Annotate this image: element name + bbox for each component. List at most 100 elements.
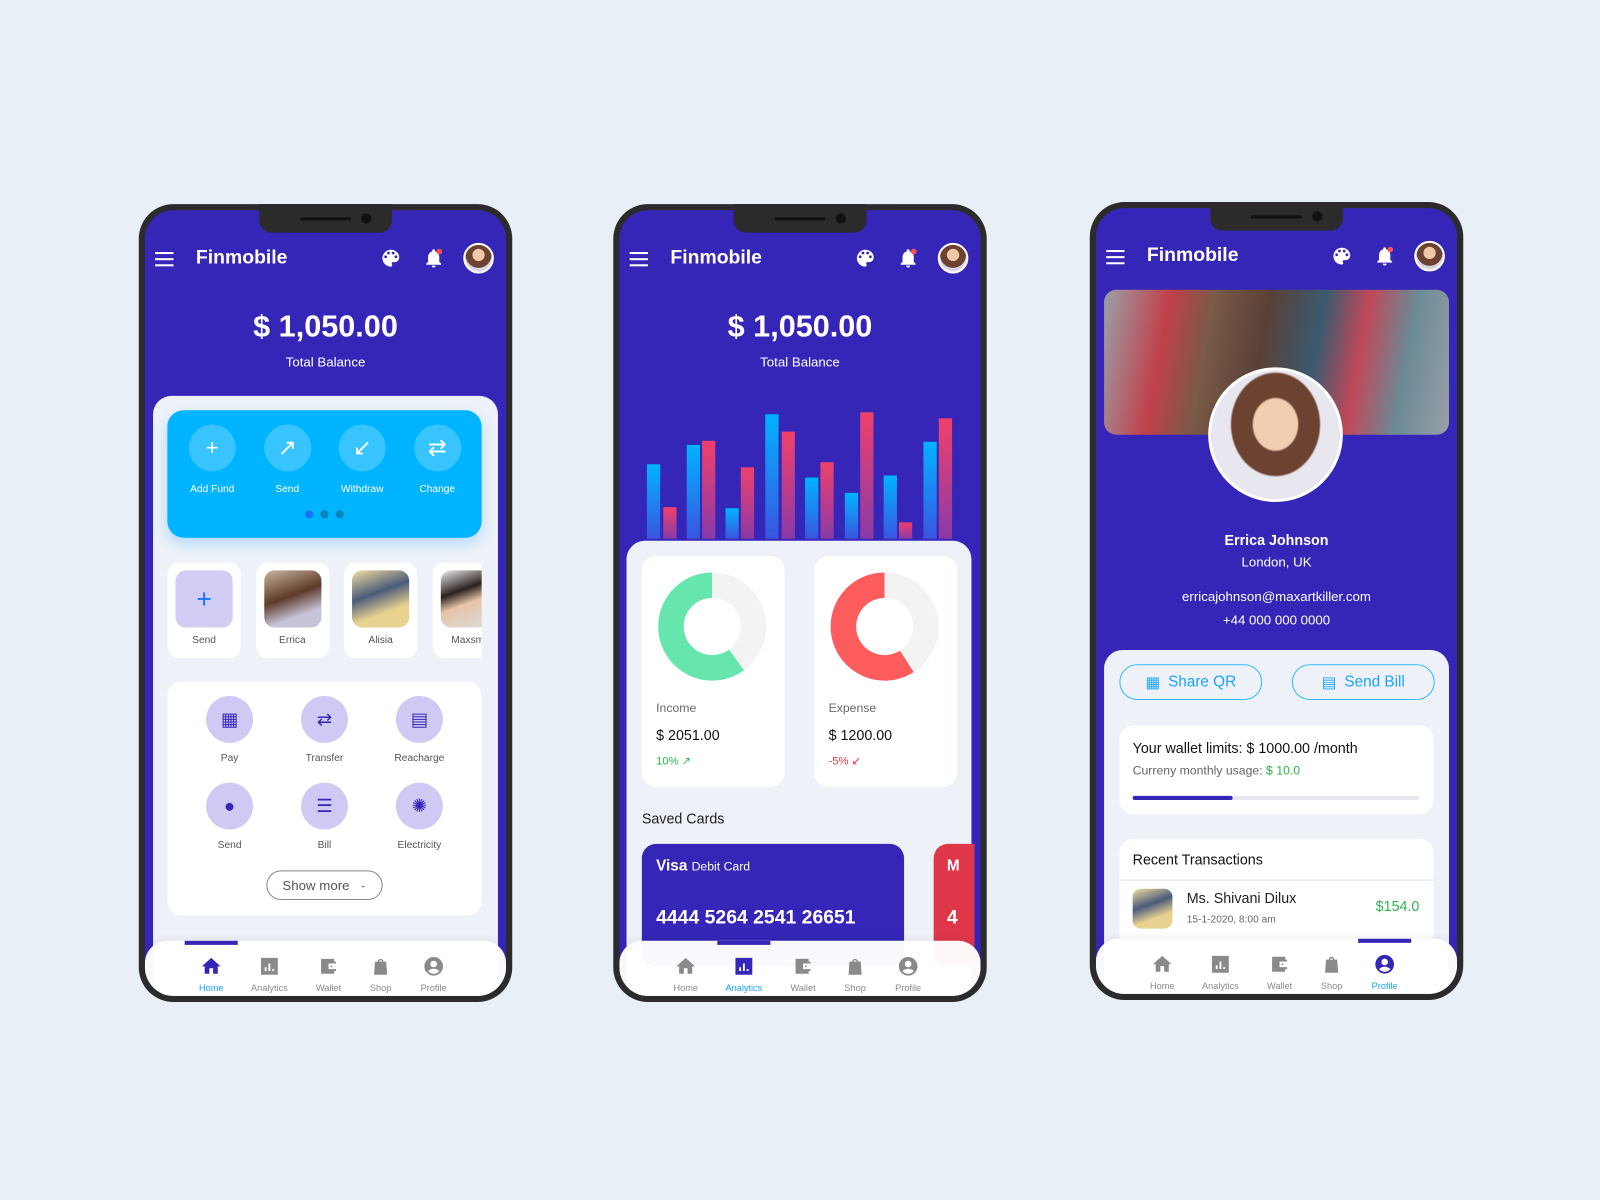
user-icon: ●: [206, 782, 254, 830]
share-qr-button[interactable]: ▦ Share QR: [1119, 664, 1263, 700]
card-type: Debit Card: [691, 859, 751, 874]
profile-phone: +44 000 000 0000: [1222, 612, 1331, 628]
contact-send[interactable]: + Send: [167, 562, 241, 659]
service-pay[interactable]: ▦ Pay: [184, 695, 276, 764]
bell-icon[interactable]: [1373, 245, 1395, 267]
bar-pink: [820, 462, 834, 539]
total-balance-label: Total Balance: [285, 354, 366, 370]
income-label: Income: [656, 701, 697, 716]
contact-alisia[interactable]: Alisia: [343, 562, 418, 659]
nav-profile[interactable]: Profile: [407, 941, 460, 996]
nav-label: Home: [1149, 980, 1175, 991]
quick-actions-card: + Add Fund ↗ Send ↙ Withdraw ⇄ Change: [167, 410, 482, 538]
carousel-dot[interactable]: [320, 510, 329, 519]
wallet-limits-card: Your wallet limits: $ 1000.00 /month Curr…: [1119, 725, 1434, 815]
service-bill[interactable]: ☰ Bill: [279, 782, 371, 851]
profile-name: Errica Johnson: [1224, 531, 1329, 548]
contact-errica[interactable]: Errica: [255, 562, 330, 659]
shop-icon: [848, 958, 862, 975]
nav-wallet[interactable]: Wallet: [1253, 939, 1306, 994]
receipt-icon: ▤: [1321, 673, 1337, 692]
notch: [733, 204, 867, 233]
nav-label: Wallet: [1266, 980, 1293, 991]
bar-pink: [781, 431, 795, 539]
service-reacharge[interactable]: ▤ Reacharge: [373, 695, 465, 764]
camera-icon: [1312, 211, 1323, 222]
analytics-icon: [260, 957, 278, 975]
nav-label: Home: [198, 982, 224, 993]
nav-label: Profile: [420, 982, 447, 993]
profile-icon: [424, 956, 444, 976]
menu-icon[interactable]: [1106, 247, 1128, 267]
profile-icon: [1375, 954, 1395, 974]
carousel-dot[interactable]: [335, 510, 344, 519]
expense-card[interactable]: Expense $ 1200.00 -5% ↙: [814, 556, 958, 787]
nav-home[interactable]: Home: [184, 940, 238, 996]
expense-label: Expense: [828, 701, 877, 716]
nav-analytics[interactable]: Analytics: [243, 941, 296, 996]
bar-blue: [805, 477, 819, 539]
nav-home[interactable]: Home: [1136, 939, 1189, 994]
bar-blue: [923, 441, 937, 539]
nav-shop[interactable]: Shop: [829, 941, 882, 996]
service-send[interactable]: ● Send: [184, 782, 276, 851]
nav-shop[interactable]: Shop: [1305, 939, 1358, 994]
contact-photo: [440, 570, 482, 628]
nav-label: Wallet: [790, 982, 816, 993]
user-avatar[interactable]: [1414, 240, 1445, 272]
expense-donut: [830, 572, 939, 681]
quick-action-withdraw[interactable]: ↙ Withdraw: [324, 424, 400, 495]
income-amount: $ 2051.00: [656, 726, 720, 743]
quick-action-add-fund[interactable]: + Add Fund: [174, 424, 250, 495]
wallet-limit: Your wallet limits: $ 1000.00 /month: [1132, 739, 1358, 757]
nav-wallet[interactable]: Wallet: [302, 941, 355, 996]
nav-wallet[interactable]: Wallet: [777, 941, 830, 996]
user-avatar[interactable]: [463, 242, 494, 274]
arrow-up-right-icon: ↗: [263, 424, 311, 472]
total-balance-amount: $ 1,050.00: [253, 310, 398, 344]
transaction-row[interactable]: Ms. Shivani Dilux 15-1-2020, 8:00 am $154.…: [1119, 881, 1433, 938]
nav-home[interactable]: Home: [659, 941, 712, 996]
income-change: 10% ↗: [656, 755, 692, 768]
nav-shop[interactable]: Shop: [354, 941, 407, 996]
nav-profile[interactable]: Profile: [1358, 938, 1412, 994]
transaction-name: Ms. Shivani Dilux: [1186, 889, 1297, 907]
menu-icon[interactable]: [155, 249, 177, 269]
nav-analytics[interactable]: Analytics: [717, 940, 771, 996]
palette-icon[interactable]: [380, 247, 402, 269]
income-card[interactable]: Income $ 2051.00 10% ↗: [641, 556, 785, 787]
nav-label: Wallet: [315, 982, 342, 993]
nav-analytics[interactable]: Analytics: [1194, 939, 1247, 994]
usage-value: $ 10.0: [1266, 763, 1301, 778]
bar-pink: [860, 412, 874, 539]
nav-label: Analytics: [1202, 980, 1239, 991]
phone-home: Finmobile $ 1,050.00 Total Balance + Add F…: [138, 204, 513, 1003]
home-icon: [676, 957, 696, 974]
profile-location: London, UK: [1241, 554, 1312, 570]
service-electricity[interactable]: ✺ Electricity: [373, 782, 465, 851]
saved-cards-title: Saved Cards: [641, 810, 725, 827]
quick-action-send[interactable]: ↗ Send: [249, 424, 325, 495]
plus-icon: +: [188, 424, 236, 472]
home-icon: [1152, 955, 1172, 972]
quick-action-change[interactable]: ⇄ Change: [399, 424, 475, 495]
screen: Finmobile $ 1,050.00 Total Balance Income $…: [619, 210, 981, 996]
profile-photo[interactable]: [1208, 367, 1343, 503]
bar-blue: [646, 464, 661, 539]
send-bill-button[interactable]: ▤ Send Bill: [1291, 664, 1435, 700]
carousel-dot-active[interactable]: [305, 510, 314, 519]
nav-profile[interactable]: Profile: [882, 941, 935, 996]
contact-maxsmi[interactable]: Maxsmi: [432, 562, 482, 659]
show-more-button[interactable]: Show more ⌄: [266, 870, 383, 900]
nav-label: Profile: [1371, 980, 1398, 991]
wallet-icon: [321, 958, 337, 974]
service-transfer[interactable]: ⇄ Transfer: [279, 695, 371, 764]
bar-blue: [725, 508, 739, 539]
palette-icon[interactable]: [1331, 245, 1353, 267]
services-card: ▦ Pay ⇄ Transfer ▤ Reacharge ● Send ☰ Bill ✺ Electr…: [167, 681, 482, 916]
app-title: Finmobile: [195, 246, 288, 269]
phone-profile: Finmobile Errica Johnson London, UK erri…: [1089, 202, 1464, 1000]
sim-card-icon: ▤: [395, 695, 443, 743]
bell-icon[interactable]: [422, 247, 444, 269]
camera-icon: [835, 213, 846, 224]
